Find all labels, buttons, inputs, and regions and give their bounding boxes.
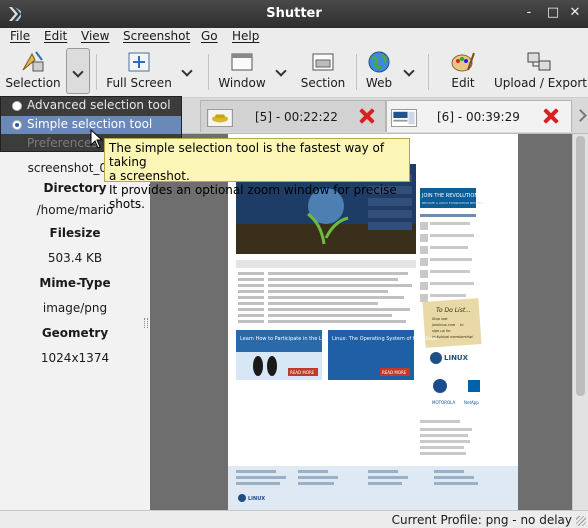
chevron-down-icon <box>403 65 415 77</box>
resize-grip-icon[interactable] <box>576 516 586 526</box>
close-tab-icon[interactable] <box>543 108 559 124</box>
section-button[interactable]: Section <box>296 46 350 96</box>
upload-export-label: Upload / Export <box>494 76 587 90</box>
close-tab-icon[interactable] <box>359 108 375 124</box>
todo-note-line-4: to <box>460 323 464 327</box>
toolbar-separator <box>356 54 357 90</box>
toolbar-separator <box>428 54 429 90</box>
menu-screenshot[interactable]: Screenshot <box>123 29 190 43</box>
selection-dropdown-button[interactable] <box>66 48 90 94</box>
window-icon <box>231 53 253 71</box>
window-label: Window <box>218 76 266 90</box>
section-icon <box>312 53 334 71</box>
promo-read-more-1: READ MORE <box>290 370 315 375</box>
radio-selected-icon <box>12 120 22 130</box>
mouse-pointer-icon <box>90 129 104 149</box>
selection-tools-icon <box>22 51 44 72</box>
menu-bar: File Edit View Screenshot Go Help <box>0 28 588 46</box>
filesize-value: 503.4 KB <box>47 251 103 265</box>
title-bar: Shutter - □ ✕ <box>0 0 588 28</box>
web-dropdown-button[interactable] <box>398 48 422 94</box>
full-screen-dropdown-button[interactable] <box>176 48 200 94</box>
status-bar: Current Profile: png - no delay <box>0 510 588 528</box>
linux-logo-text: LINUX <box>444 354 469 362</box>
tab-label: [5] - 00:22:22 <box>255 110 338 124</box>
toolbar: Selection Full Screen Window Section Web… <box>0 46 588 98</box>
upload-export-button[interactable]: Upload / Export <box>494 46 587 96</box>
footer-linux-logo-text: LINUX <box>248 496 265 502</box>
current-profile-status: Current Profile: png - no delay <box>391 513 572 527</box>
todo-note-line-6: individual membership! <box>432 335 474 339</box>
todo-note-line-5: sign up for <box>432 329 451 333</box>
join-revolution-text: JOIN THE REVOLUTION <box>421 193 478 199</box>
screenshot-thumbnail <box>391 109 417 127</box>
menu-go[interactable]: Go <box>201 29 218 43</box>
filesize-heading: Filesize <box>49 226 101 240</box>
screenshot-thumbnail <box>207 109 233 127</box>
tooltip-line-3: It provides an optional zoom window for … <box>109 183 397 211</box>
minimize-button[interactable]: - <box>520 4 538 22</box>
full-screen-label: Full Screen <box>106 76 172 90</box>
selection-button[interactable]: Selection <box>2 46 64 96</box>
window-button[interactable]: Window <box>214 46 270 96</box>
chevron-down-icon <box>275 65 287 77</box>
join-revolution-subtext: BECOME A LINUX FOUNDATION MEMBER <box>422 201 483 205</box>
geometry-heading: Geometry <box>41 326 109 340</box>
toolbar-separator <box>96 54 97 90</box>
todo-note-line-3: joinlinux.com <box>431 323 456 327</box>
promo-cloud-title: Linux: The Operating System of the Cloud <box>332 336 437 342</box>
edit-button[interactable]: Edit <box>440 46 486 96</box>
tooltip-line-1: The simple selection tool is the fastest… <box>109 141 385 169</box>
chevron-down-icon <box>181 65 193 77</box>
full-screen-button[interactable]: Full Screen <box>102 46 176 96</box>
toolbar-separator <box>208 54 209 90</box>
menu-item-label: Preferences <box>27 136 98 150</box>
menu-view[interactable]: View <box>81 29 109 43</box>
menu-item-advanced-selection[interactable]: Advanced selection tool <box>1 97 181 115</box>
mime-type-heading: Mime-Type <box>39 276 111 290</box>
todo-note-line-2: at <box>444 317 448 321</box>
menu-help[interactable]: Help <box>232 29 259 43</box>
paint-palette-icon <box>451 52 475 72</box>
pane-resize-handle[interactable] <box>144 318 148 328</box>
geometry-value: 1024x1374 <box>40 351 110 365</box>
window-dropdown-button[interactable] <box>270 48 294 94</box>
motorola-logo-text: MOTOROLA <box>432 400 455 405</box>
scrollbar-thumb[interactable] <box>576 136 585 396</box>
selection-label: Selection <box>5 76 61 90</box>
tab-screenshot-5[interactable]: [5] - 00:22:22 <box>200 100 386 132</box>
selection-tool-tooltip: The simple selection tool is the fastest… <box>104 138 410 211</box>
menu-item-label: Advanced selection tool <box>27 98 171 112</box>
section-label: Section <box>300 76 346 90</box>
tab-screenshot-6[interactable]: [6] - 00:39:29 <box>386 100 572 132</box>
todo-note-title: To Do List... <box>436 307 471 314</box>
promo-read-more-2: READ MORE <box>382 370 407 375</box>
web-button[interactable]: Web <box>362 46 396 96</box>
chevron-down-icon <box>72 66 84 78</box>
web-label: Web <box>365 76 393 90</box>
radio-unselected-icon <box>12 101 22 111</box>
chevron-right-icon[interactable] <box>576 108 586 122</box>
fullscreen-icon <box>128 52 150 72</box>
window-title: Shutter <box>266 6 322 21</box>
todo-note-line-1: Stop in <box>432 317 444 321</box>
preview-scrollbar[interactable] <box>572 134 588 510</box>
tab-label: [6] - 00:39:29 <box>437 110 520 124</box>
network-upload-icon <box>527 52 551 71</box>
tooltip-line-2: a screenshot. <box>109 169 190 183</box>
mime-type-value: image/png <box>42 301 108 315</box>
netapp-logo-text: NetApp <box>464 400 479 405</box>
menu-edit[interactable]: Edit <box>44 29 67 43</box>
maximize-button[interactable]: □ <box>544 4 562 22</box>
globe-icon <box>368 51 390 73</box>
menu-file[interactable]: File <box>10 29 30 43</box>
edit-label: Edit <box>451 76 475 90</box>
close-window-button[interactable]: ✕ <box>566 4 584 22</box>
